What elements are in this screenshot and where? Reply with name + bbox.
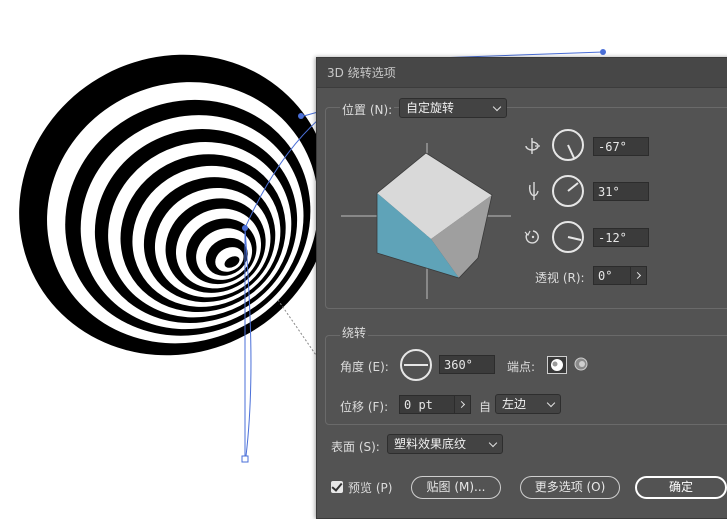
offset-input[interactable]: 0 pt	[399, 395, 455, 414]
offset-slider-button[interactable]	[454, 395, 471, 414]
y-rotation-input[interactable]: 31°	[593, 182, 649, 201]
revolve-section-label: 绕转	[340, 324, 369, 341]
position-label: 位置 (N):	[340, 101, 395, 118]
cap-on-icon	[551, 359, 563, 371]
cap-off-icon	[574, 357, 588, 371]
from-label: 自	[479, 400, 492, 414]
map-art-button[interactable]: 贴图 (M)...	[411, 476, 501, 499]
dialog-title: 3D 绕转选项	[327, 66, 396, 80]
perspective-input[interactable]: 0°	[593, 266, 631, 285]
surface-select[interactable]: 塑料效果底纹	[387, 434, 503, 454]
chevron-down-icon	[488, 438, 498, 448]
y-rotation-dial[interactable]	[551, 174, 585, 208]
ok-button[interactable]: 确定	[635, 476, 727, 499]
more-options-button[interactable]: 更多选项 (O)	[520, 476, 620, 499]
3d-revolve-options-dialog: 3D 绕转选项 位置 (N): 自定旋转 -67° 31° -12° 透视 (R…	[316, 57, 727, 519]
x-rotation-dial[interactable]	[551, 128, 585, 162]
preview-label[interactable]: 预览 (P)	[348, 479, 392, 496]
cap-label: 端点:	[507, 360, 536, 374]
z-axis-rotate-icon	[524, 230, 539, 244]
angle-dial[interactable]	[399, 348, 433, 382]
cap-off-button[interactable]	[572, 356, 592, 374]
chevron-down-icon	[546, 398, 556, 408]
rotation-preview-cube[interactable]	[341, 143, 513, 303]
offset-label: 位移 (F):	[340, 400, 389, 414]
perspective-label: 透视 (R):	[535, 271, 585, 285]
perspective-slider-button[interactable]	[630, 266, 647, 285]
from-edge-select[interactable]: 左边	[495, 394, 561, 414]
preview-checkbox[interactable]	[331, 481, 343, 493]
position-preset-select[interactable]: 自定旋转	[399, 98, 507, 118]
position-preset-value: 自定旋转	[406, 101, 455, 115]
z-rotation-dial[interactable]	[551, 220, 585, 254]
x-axis-rotate-icon	[525, 138, 541, 154]
from-edge-value: 左边	[502, 397, 527, 411]
x-rotation-input[interactable]: -67°	[593, 137, 649, 156]
y-axis-rotate-icon	[528, 182, 539, 200]
dialog-titlebar[interactable]: 3D 绕转选项	[317, 58, 727, 88]
z-rotation-input[interactable]: -12°	[593, 228, 649, 247]
angle-label: 角度 (E):	[340, 360, 389, 374]
chevron-down-icon	[492, 102, 502, 112]
surface-value: 塑料效果底纹	[394, 437, 467, 451]
surface-label: 表面 (S):	[331, 440, 380, 454]
angle-input[interactable]: 360°	[439, 355, 495, 374]
cap-on-button[interactable]	[547, 356, 567, 374]
